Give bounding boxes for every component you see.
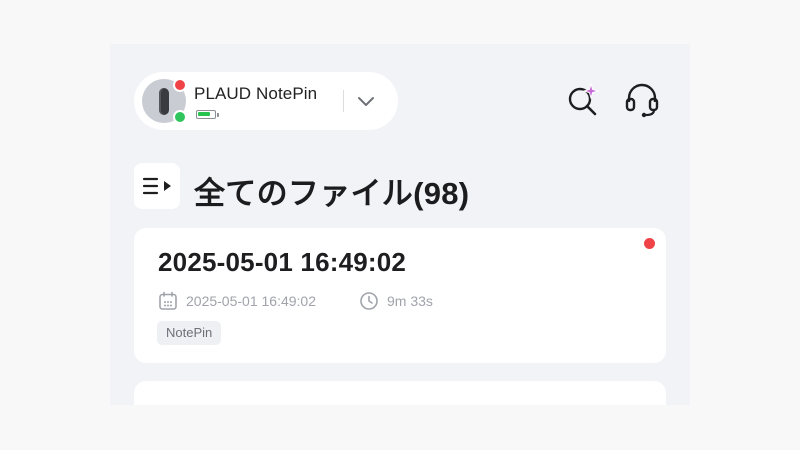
connection-status-dot <box>173 110 187 124</box>
unread-indicator <box>644 238 655 249</box>
divider <box>343 90 344 112</box>
notepin-device-icon <box>159 88 169 115</box>
file-date: 2025-05-01 16:49:02 <box>158 291 316 311</box>
battery-level <box>198 112 210 116</box>
device-name: PLAUD NotePin <box>194 84 318 103</box>
page-title: 全てのファイル(98) <box>194 176 470 211</box>
chevron-down-icon[interactable] <box>356 92 376 110</box>
file-duration-text: 9m 33s <box>387 293 433 309</box>
calendar-icon <box>159 291 177 310</box>
file-card[interactable]: 2025-05-01 16:49:02 2025-05-01 16:49:02 … <box>134 228 666 363</box>
clock-icon <box>360 292 378 310</box>
list-toggle-icon <box>142 177 171 195</box>
ai-search-icon[interactable] <box>565 82 601 118</box>
file-card[interactable] <box>134 381 666 405</box>
battery-icon <box>196 110 219 119</box>
device-tag: NotePin <box>157 321 222 345</box>
alert-status-dot <box>173 78 187 92</box>
headset-icon[interactable] <box>624 82 660 118</box>
file-title: 2025-05-01 16:49:02 <box>158 247 407 277</box>
file-duration: 9m 33s <box>359 291 433 311</box>
file-date-text: 2025-05-01 16:49:02 <box>186 293 316 309</box>
app-window: PLAUD NotePin 全てのファイル(98) 2025-05-01 16:… <box>110 44 690 405</box>
file-list-menu-button[interactable] <box>134 163 180 209</box>
device-selector[interactable]: PLAUD NotePin <box>134 72 398 130</box>
